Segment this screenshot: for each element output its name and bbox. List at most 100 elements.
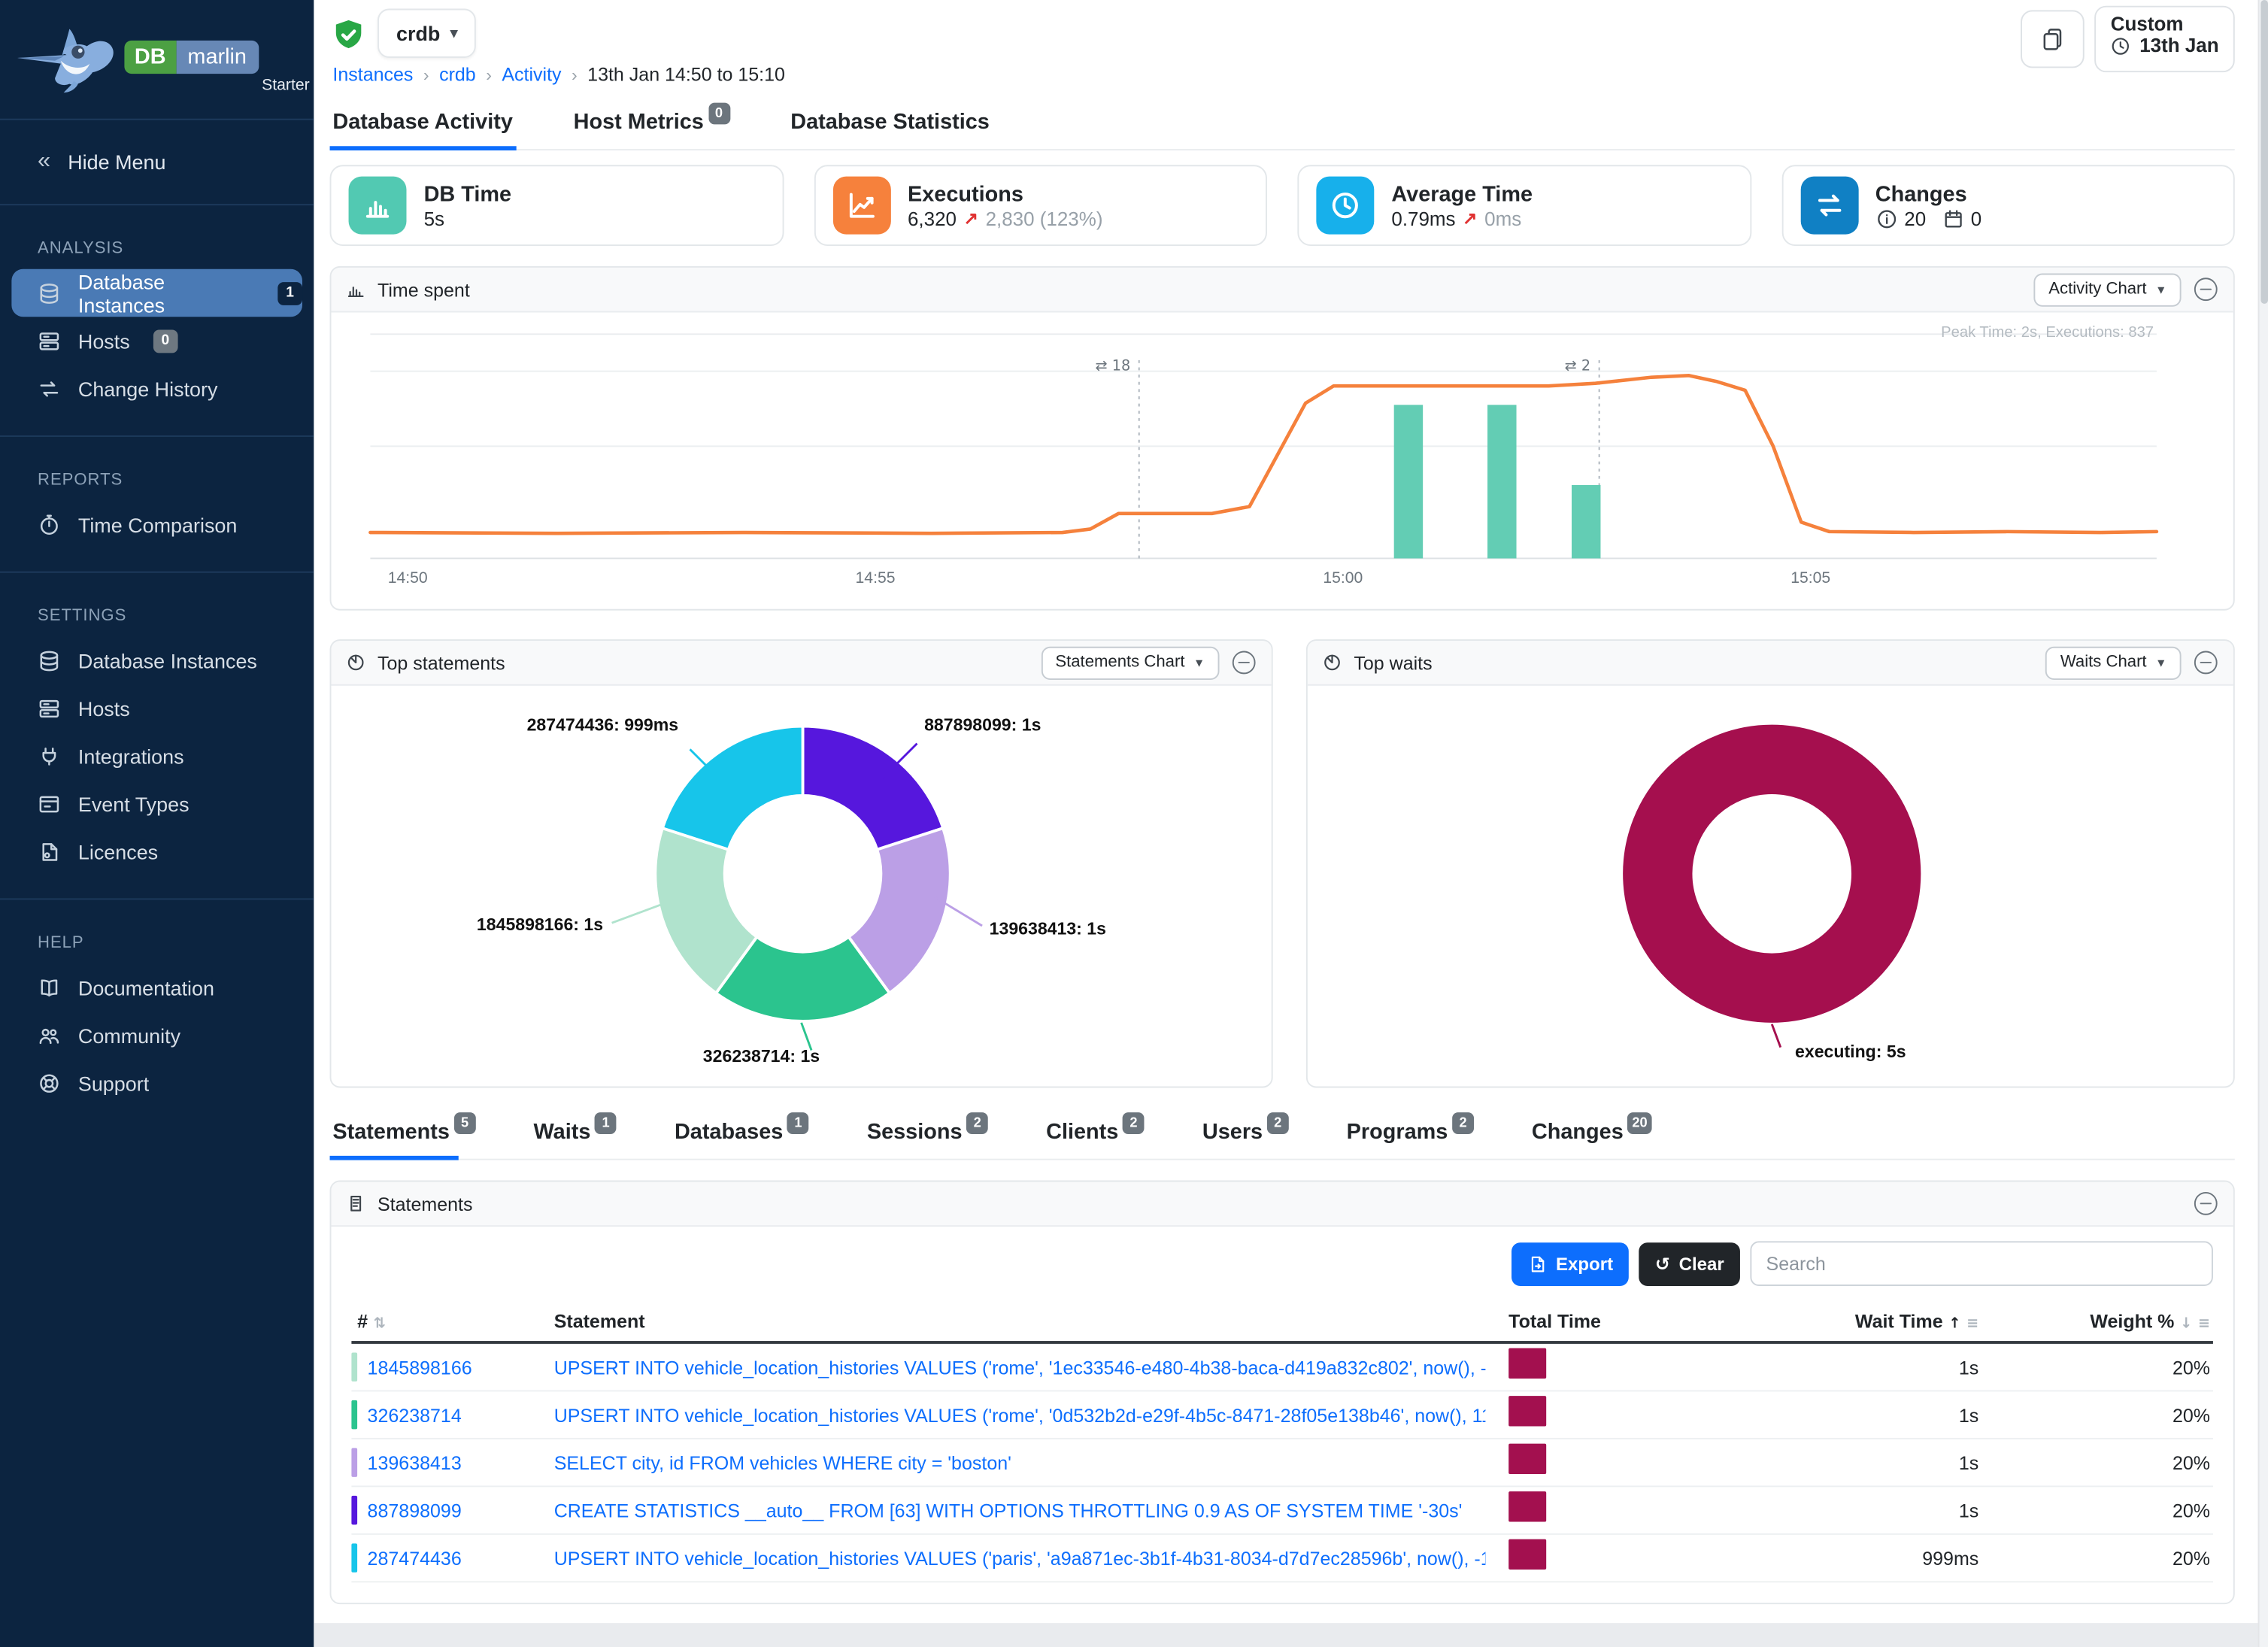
people-icon <box>38 1024 61 1047</box>
divider <box>0 119 314 120</box>
wait-time-value: 1s <box>1754 1500 1978 1521</box>
time-range-button[interactable]: Custom 13th Jan <box>2095 6 2235 72</box>
sidebar-item-settings-database-instances[interactable]: Database Instances <box>11 636 302 684</box>
top-bar: crdb ▾ Instances › crdb › Activity › 13t… <box>330 0 2235 96</box>
tab-statements[interactable]: Statements5 <box>330 1114 479 1159</box>
sidebar-item-time-comparison[interactable]: Time Comparison <box>11 501 302 548</box>
sidebar-item-change-history[interactable]: Change History <box>11 365 302 412</box>
statement-id-link[interactable]: 887898099 <box>368 1500 462 1521</box>
caret-down-icon: ▼ <box>1193 656 1205 669</box>
sidebar-item-database-instances[interactable]: Database Instances 1 <box>11 269 302 317</box>
table-row: 887898099 CREATE STATISTICS __auto__ FRO… <box>351 1487 2213 1534</box>
page-bottom-strip <box>314 1623 2268 1647</box>
col-wait-time[interactable]: Wait Time↑≡ <box>1754 1310 1978 1332</box>
activity-chart-selector[interactable]: Activity Chart▼ <box>2034 273 2182 306</box>
tab-changes[interactable]: Changes20 <box>1529 1114 1654 1159</box>
tab-sessions[interactable]: Sessions2 <box>864 1114 991 1159</box>
count-badge: 1 <box>787 1112 809 1134</box>
collapse-panel-button[interactable] <box>2193 276 2219 302</box>
count-badge: 5 <box>454 1112 476 1134</box>
sidebar-item-integrations[interactable]: Integrations <box>11 732 302 779</box>
kpi-row: DB Time 5s Executions 6,320 ↗ 2,830 (123… <box>330 165 2235 246</box>
app-window: DB marlin Starter « Hide Menu ANALYSIS D… <box>0 0 2268 1647</box>
svg-text:14:55: 14:55 <box>856 569 896 587</box>
statement-link[interactable]: CREATE STATISTICS __auto__ FROM [63] WIT… <box>525 1500 1485 1521</box>
marlin-fish-icon <box>11 20 124 96</box>
sidebar-item-hosts[interactable]: Hosts 0 <box>11 317 302 364</box>
copy-icon <box>2040 26 2066 53</box>
statement-link[interactable]: SELECT city, id FROM vehicles WHERE city… <box>525 1451 1485 1473</box>
vertical-scrollbar[interactable] <box>2258 0 2268 1647</box>
tab-programs[interactable]: Programs2 <box>1344 1114 1477 1159</box>
statement-link[interactable]: UPSERT INTO vehicle_location_histories V… <box>525 1547 1485 1569</box>
count-badge: 2 <box>1267 1112 1289 1134</box>
tab-database-statistics[interactable]: Database Statistics <box>787 102 992 149</box>
breadcrumb-instances[interactable]: Instances <box>332 64 413 86</box>
book-icon <box>38 975 61 999</box>
copy-link-button[interactable] <box>2021 10 2085 68</box>
col-total-time[interactable]: Total Time <box>1485 1310 1754 1332</box>
line-chart-icon <box>832 177 890 235</box>
sidebar-item-settings-hosts[interactable]: Hosts <box>11 684 302 732</box>
tab-database-activity[interactable]: Database Activity <box>330 102 516 149</box>
collapse-panel-button[interactable] <box>1231 650 1257 676</box>
licence-icon <box>38 840 61 863</box>
tab-host-metrics[interactable]: Host Metrics0 <box>571 102 732 149</box>
statement-link[interactable]: UPSERT INTO vehicle_location_histories V… <box>525 1404 1485 1426</box>
main-tabs: Database Activity Host Metrics0 Database… <box>330 102 2235 150</box>
brand-logo: DB marlin Starter <box>0 0 314 96</box>
statement-id-link[interactable]: 1845898166 <box>368 1356 472 1378</box>
divider <box>0 204 314 205</box>
breadcrumb-current-range: 13th Jan 14:50 to 15:10 <box>587 64 785 86</box>
sidebar-item-event-types[interactable]: Event Types <box>11 780 302 827</box>
clear-button[interactable]: ↺ Clear <box>1639 1242 1740 1285</box>
sidebar-item-documentation[interactable]: Documentation <box>11 963 302 1011</box>
waits-chart-selector[interactable]: Waits Chart▼ <box>2046 646 2182 679</box>
clock-icon <box>1316 177 1374 235</box>
statement-id-link[interactable]: 139638413 <box>368 1451 462 1473</box>
export-icon <box>1527 1254 1547 1274</box>
statement-color-key <box>351 1352 357 1381</box>
breadcrumb-crdb[interactable]: crdb <box>439 64 476 86</box>
sort-icon: ⇅ <box>374 1315 386 1331</box>
instance-selector[interactable]: crdb ▾ <box>377 9 477 58</box>
wait-time-value: 1s <box>1754 1404 1978 1426</box>
health-shield-icon <box>332 19 364 53</box>
collapse-panel-button[interactable] <box>2193 1191 2219 1217</box>
tab-clients[interactable]: Clients2 <box>1043 1114 1148 1159</box>
event-types-icon <box>38 792 61 815</box>
statement-link[interactable]: UPSERT INTO vehicle_location_histories V… <box>525 1356 1485 1378</box>
caret-down-icon: ▼ <box>2155 656 2166 669</box>
detail-tabs: Statements5 Waits1 Databases1 Sessions2 … <box>330 1114 2235 1160</box>
server-icon <box>38 329 61 353</box>
sidebar-item-licences[interactable]: Licences <box>11 827 302 875</box>
sidebar-item-support[interactable]: Support <box>11 1059 302 1106</box>
tab-waits[interactable]: Waits1 <box>531 1114 620 1159</box>
scrollbar-thumb[interactable] <box>2260 0 2268 304</box>
statements-chart-selector[interactable]: Statements Chart▼ <box>1041 646 1219 679</box>
search-input[interactable] <box>1750 1241 2213 1286</box>
col-weight[interactable]: Weight %↓≡ <box>1978 1310 2210 1332</box>
breadcrumb-activity[interactable]: Activity <box>502 64 561 86</box>
tab-databases[interactable]: Databases1 <box>672 1114 812 1159</box>
calendar-icon <box>1942 208 1963 229</box>
exchange-icon <box>1800 177 1858 235</box>
collapse-panel-button[interactable] <box>2193 650 2219 676</box>
total-time-bar <box>1508 1444 1546 1474</box>
statement-id-link[interactable]: 326238714 <box>368 1404 462 1426</box>
count-badge: 2 <box>1123 1112 1145 1134</box>
col-statement[interactable]: Statement <box>525 1310 1485 1332</box>
hide-menu-button[interactable]: « Hide Menu <box>0 135 314 190</box>
sidebar-item-community[interactable]: Community <box>11 1012 302 1059</box>
statements-table: #⇅ Statement Total Time Wait Time↑≡ Weig… <box>351 1300 2213 1582</box>
export-button[interactable]: Export <box>1511 1242 1629 1285</box>
wait-time-value: 1s <box>1754 1356 1978 1378</box>
lifebuoy-icon <box>38 1071 61 1094</box>
count-badge: 0 <box>708 103 730 125</box>
tab-users[interactable]: Users2 <box>1199 1114 1292 1159</box>
col-id[interactable]: #⇅ <box>351 1310 525 1332</box>
divider <box>0 572 314 573</box>
svg-text:⇄ 18: ⇄ 18 <box>1096 356 1131 374</box>
chevron-down-icon: ▾ <box>450 26 458 41</box>
statement-id-link[interactable]: 287474436 <box>368 1547 462 1569</box>
